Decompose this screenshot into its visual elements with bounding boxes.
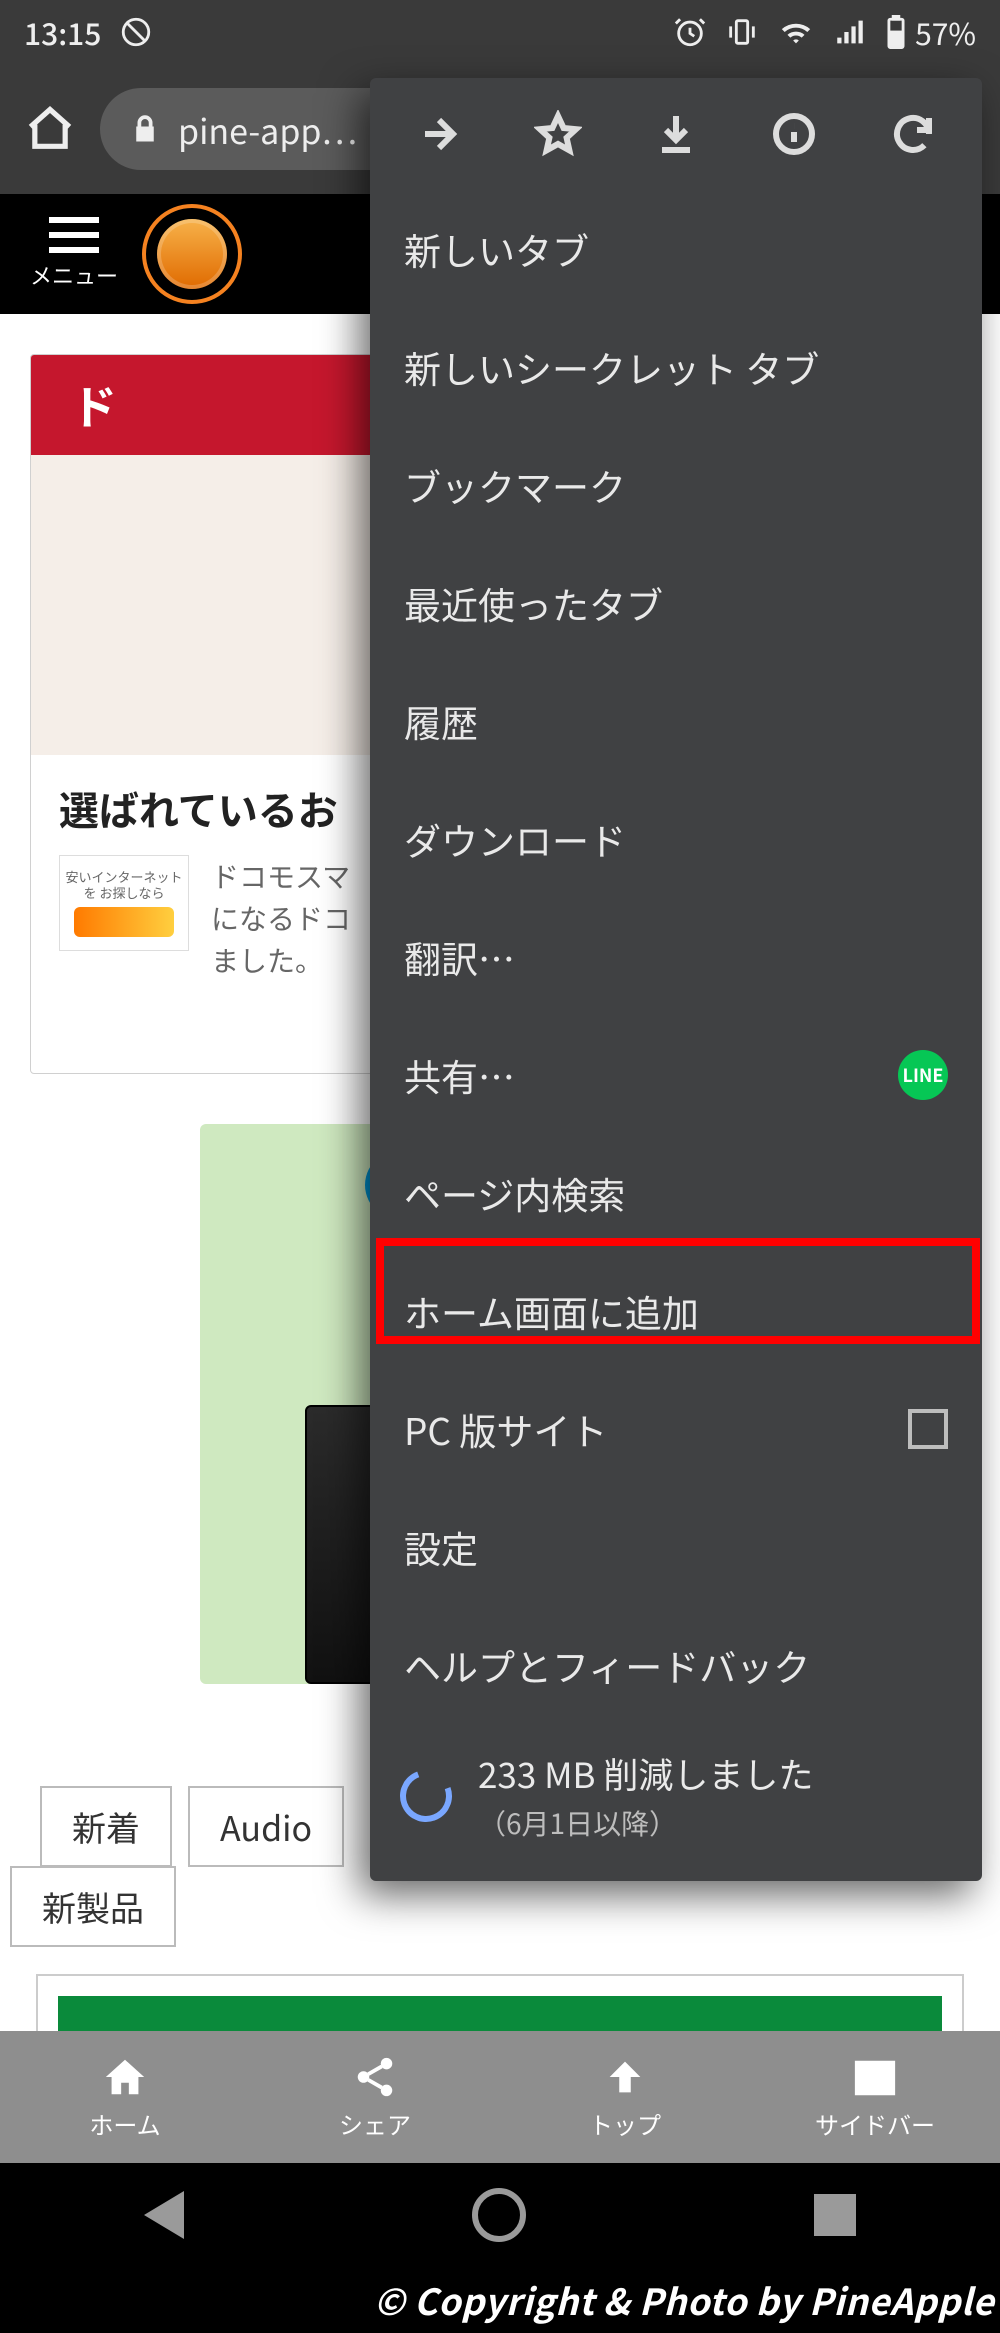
checkbox-icon[interactable]	[908, 1409, 948, 1449]
nav-home-icon[interactable]	[472, 2188, 526, 2242]
menu-help-label: ヘルプとフィードバック	[404, 1638, 810, 1692]
menu-help[interactable]: ヘルプとフィードバック	[370, 1606, 982, 1724]
battery-indicator: 57%	[885, 10, 976, 54]
menu-find-label: ページ内検索	[404, 1166, 625, 1220]
site-menu-label: メニュー	[30, 259, 118, 291]
site-bottom-nav: ホーム シェア トップ サイドバー	[0, 2031, 1000, 2163]
menu-incognito-label: 新しいシークレット タブ	[404, 340, 819, 394]
lock-icon	[130, 114, 160, 144]
site-menu-button[interactable]: メニュー	[30, 217, 118, 291]
nav-recent-icon[interactable]	[814, 2194, 856, 2236]
tab-new-products[interactable]: 新製品	[10, 1866, 176, 1947]
menu-recent-tabs[interactable]: 最近使ったタブ	[370, 544, 982, 662]
menu-new-tab[interactable]: 新しいタブ	[370, 190, 982, 308]
bottom-nav-top[interactable]: トップ	[500, 2031, 750, 2163]
copyright-overlay: © Copyright & Photo by PineApple	[0, 2267, 1000, 2333]
menu-downloads[interactable]: ダウンロード	[370, 780, 982, 898]
url-host: pine-app…	[178, 105, 357, 154]
arrow-up-icon	[602, 2054, 648, 2100]
bottom-nav-home[interactable]: ホーム	[0, 2031, 250, 2163]
wifi-icon	[777, 15, 815, 49]
menu-share-label: 共有…	[404, 1048, 515, 1102]
data-saver-line2: （6月1日以降）	[478, 1803, 813, 1843]
tab-audio[interactable]: Audio	[188, 1786, 344, 1867]
menu-find-in-page[interactable]: ページ内検索	[370, 1134, 982, 1252]
menu-data-saver[interactable]: 233 MB 削減しました （6月1日以降）	[370, 1724, 982, 1867]
reload-icon[interactable]	[889, 110, 937, 158]
bottom-nav-top-label: トップ	[589, 2106, 661, 2141]
nav-back-icon[interactable]	[144, 2191, 184, 2239]
status-bar: 13:15 57%	[0, 0, 1000, 64]
menu-desktop-label: PC 版サイト	[404, 1402, 607, 1456]
menu-new-tab-label: 新しいタブ	[404, 222, 589, 276]
download-icon[interactable]	[652, 110, 700, 158]
menu-incognito[interactable]: 新しいシークレット タブ	[370, 308, 982, 426]
data-saver-line1: 233 MB 削減しました	[478, 1748, 813, 1799]
menu-history-label: 履歴	[404, 694, 478, 748]
card-desc: ドコモスマ になるドコ ました。	[211, 855, 351, 981]
do-not-disturb-icon	[119, 15, 153, 49]
menu-desktop-site[interactable]: PC 版サイト	[370, 1370, 982, 1488]
card-thumb: 安いインターネットを お探しなら	[59, 855, 189, 951]
data-saver-icon	[391, 1761, 460, 1830]
menu-settings-label: 設定	[404, 1520, 478, 1574]
sidebar-icon	[852, 2054, 898, 2100]
star-icon[interactable]	[534, 110, 582, 158]
menu-recent-label: 最近使ったタブ	[404, 576, 663, 630]
tab-new[interactable]: 新着	[40, 1786, 172, 1867]
battery-icon	[885, 15, 907, 49]
alarm-icon	[673, 15, 707, 49]
vibrate-icon	[725, 15, 759, 49]
menu-icon-row	[370, 78, 982, 190]
menu-add-home-label: ホーム画面に追加	[404, 1284, 699, 1338]
chrome-overflow-menu: 新しいタブ 新しいシークレット タブ ブックマーク 最近使ったタブ 履歴 ダウン…	[370, 78, 982, 1881]
thumb-caption: 安いインターネットを お探しなら	[60, 869, 188, 900]
menu-translate-label: 翻訳…	[404, 930, 515, 984]
content-tabs: 新着 Audio	[40, 1786, 344, 1867]
status-time: 13:15	[24, 10, 101, 54]
bottom-nav-home-label: ホーム	[89, 2106, 160, 2141]
site-logo[interactable]	[142, 204, 242, 304]
menu-downloads-label: ダウンロード	[404, 812, 626, 866]
battery-percent: 57%	[915, 10, 976, 54]
share-icon	[352, 2054, 398, 2100]
line-app-icon: LINE	[898, 1050, 948, 1100]
bottom-nav-share-label: シェア	[339, 2106, 411, 2141]
home-icon	[102, 2054, 148, 2100]
forward-icon[interactable]	[415, 110, 463, 158]
info-icon[interactable]	[770, 110, 818, 158]
menu-translate[interactable]: 翻訳…	[370, 898, 982, 1016]
home-icon[interactable]	[20, 99, 80, 159]
menu-bookmarks[interactable]: ブックマーク	[370, 426, 982, 544]
menu-add-to-home[interactable]: ホーム画面に追加	[370, 1252, 982, 1370]
menu-bookmarks-label: ブックマーク	[404, 458, 626, 512]
hamburger-icon	[49, 217, 99, 253]
signal-icon	[833, 15, 867, 49]
android-nav-bar	[0, 2163, 1000, 2267]
menu-share[interactable]: 共有… LINE	[370, 1016, 982, 1134]
menu-settings[interactable]: 設定	[370, 1488, 982, 1606]
menu-history[interactable]: 履歴	[370, 662, 982, 780]
bottom-nav-sidebar-label: サイドバー	[815, 2106, 935, 2141]
bottom-nav-share[interactable]: シェア	[250, 2031, 500, 2163]
bottom-nav-sidebar[interactable]: サイドバー	[750, 2031, 1000, 2163]
